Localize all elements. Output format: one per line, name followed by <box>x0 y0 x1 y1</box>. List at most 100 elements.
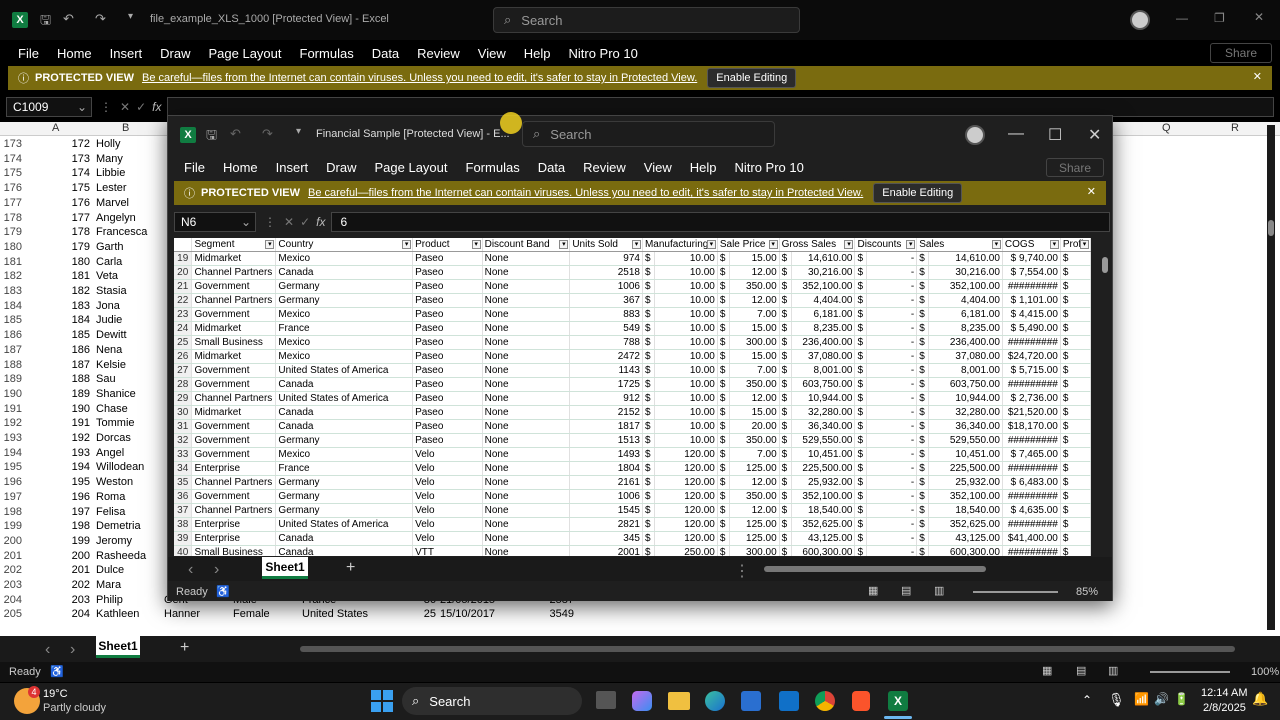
taskbar-search[interactable]: ⌕ Search <box>402 687 582 715</box>
cell-id[interactable]: 186 <box>22 344 90 356</box>
row-number[interactable]: 196 <box>0 476 22 488</box>
name-box[interactable]: C1009 ⌄ <box>6 97 92 117</box>
cell[interactable]: Government <box>191 279 277 294</box>
cell[interactable]: 352,100.00 <box>928 489 1003 504</box>
cell[interactable]: None <box>482 447 571 462</box>
cell[interactable]: $ <box>717 377 730 392</box>
row-number[interactable]: 179 <box>0 226 22 238</box>
filter-dropdown-icon[interactable]: ▾ <box>844 240 854 249</box>
cell[interactable]: 125.00 <box>729 517 780 532</box>
cell[interactable]: 788 <box>569 335 643 350</box>
cell[interactable]: 529,550.00 <box>791 433 856 448</box>
cell[interactable]: $ <box>916 447 930 462</box>
cell[interactable]: $ <box>717 503 730 518</box>
cell[interactable]: Canada <box>275 545 414 556</box>
cell-name[interactable]: Willodean <box>96 461 144 473</box>
cell[interactable]: Mexico <box>275 447 414 462</box>
cell[interactable]: None <box>482 461 571 476</box>
cell[interactable]: - <box>866 307 918 322</box>
cell[interactable]: $ <box>854 461 868 476</box>
inner-vertical-scrollbar[interactable] <box>1100 239 1110 555</box>
zoom-slider[interactable] <box>1150 671 1230 673</box>
cell-name[interactable]: Roma <box>96 491 125 503</box>
row-number[interactable]: 194 <box>0 447 22 459</box>
cell[interactable]: 25,932.00 <box>791 475 856 490</box>
cell[interactable]: Velo <box>412 503 483 518</box>
cell[interactable]: $ <box>916 405 930 420</box>
cell[interactable]: 10.00 <box>654 279 718 294</box>
cell[interactable]: $ <box>916 503 930 518</box>
row-number[interactable]: 176 <box>0 182 22 194</box>
cell[interactable]: $ <box>717 475 730 490</box>
cell[interactable]: None <box>482 517 571 532</box>
row-number[interactable]: 177 <box>0 197 22 209</box>
cell[interactable]: $ <box>1060 447 1091 462</box>
cell[interactable]: None <box>482 489 571 504</box>
cell[interactable]: $ <box>717 335 730 350</box>
cell[interactable]: None <box>482 531 571 546</box>
cell[interactable]: None <box>482 279 571 294</box>
cell-id[interactable]: 185 <box>22 329 90 341</box>
cell[interactable]: Government <box>191 489 277 504</box>
table-row[interactable]: 34 Enterprise France Velo None 1804 $120.00 $12… <box>174 461 1091 476</box>
excel-taskbar-icon[interactable]: X <box>888 691 908 711</box>
cell[interactable]: 350.00 <box>729 377 780 392</box>
cell-name[interactable]: Many <box>96 153 123 165</box>
cell[interactable]: $ <box>779 363 792 378</box>
cell[interactable]: 549 <box>569 321 643 336</box>
cell[interactable]: $ 4,415.00 <box>1002 307 1061 322</box>
cell[interactable]: $ <box>717 531 730 546</box>
cell[interactable]: $ <box>717 251 730 266</box>
banner-message[interactable]: Be careful—files from the Internet can c… <box>308 187 863 199</box>
cell[interactable]: 352,625.00 <box>928 517 1003 532</box>
row-number[interactable]: 36 <box>174 489 193 504</box>
menu-item[interactable]: Help <box>690 160 717 175</box>
cell[interactable]: $ <box>779 531 792 546</box>
cell[interactable]: $ <box>916 251 930 266</box>
cell[interactable]: - <box>866 447 918 462</box>
table-row[interactable]: 20 Channel Partners Canada Paseo None 2518 $10… <box>174 265 1091 280</box>
cell[interactable]: 1006 <box>569 279 643 294</box>
outer-vertical-scrollbar[interactable] <box>1267 125 1275 630</box>
row-number[interactable]: 193 <box>0 432 22 444</box>
cell-id[interactable]: 177 <box>22 212 90 224</box>
cell[interactable]: 10,451.00 <box>791 447 856 462</box>
cell[interactable]: France <box>275 461 414 476</box>
cell[interactable]: $ <box>642 447 655 462</box>
zoom-level[interactable]: 85% <box>1076 586 1098 598</box>
row-number[interactable]: 180 <box>0 241 22 253</box>
cell[interactable]: 7.00 <box>729 307 780 322</box>
cell[interactable]: Philip <box>96 594 123 606</box>
notification-icon[interactable]: 🔔 <box>1252 691 1268 707</box>
cell[interactable]: Mexico <box>275 349 414 364</box>
cell[interactable]: Paseo <box>412 265 483 280</box>
cell[interactable]: $ <box>1060 335 1091 350</box>
cell[interactable]: $ <box>854 419 868 434</box>
cell[interactable]: 7.00 <box>729 363 780 378</box>
cell-name[interactable]: Marvel <box>96 197 129 209</box>
cell[interactable]: 2472 <box>569 349 643 364</box>
battery-icon[interactable]: 🔋 <box>1174 692 1189 706</box>
cell[interactable]: None <box>482 391 571 406</box>
cell[interactable]: $ 9,740.00 <box>1002 251 1061 266</box>
cell[interactable]: 345 <box>569 531 643 546</box>
filter-dropdown-icon[interactable]: ▾ <box>706 240 716 249</box>
cell-id[interactable]: 191 <box>22 417 90 429</box>
cell[interactable]: Government <box>191 377 277 392</box>
cell[interactable]: 6,181.00 <box>791 307 856 322</box>
cell[interactable]: Velo <box>412 531 483 546</box>
row-number[interactable]: 195 <box>0 461 22 473</box>
redo-icon[interactable]: ↷ <box>262 126 273 142</box>
minimize-icon[interactable]: — <box>1176 11 1188 25</box>
cell[interactable]: Paseo <box>412 321 483 336</box>
cell[interactable]: $ <box>1060 461 1091 476</box>
cell-name[interactable]: Tommie <box>96 417 135 429</box>
cell[interactable]: Paseo <box>412 307 483 322</box>
cell[interactable]: - <box>866 475 918 490</box>
cell[interactable]: Government <box>191 307 277 322</box>
cell[interactable]: 36,340.00 <box>791 419 856 434</box>
zoom-level[interactable]: 100% <box>1251 666 1279 678</box>
table-row[interactable]: 32 Government Germany Paseo None 1513 $10.00 $3… <box>174 433 1091 448</box>
cell[interactable]: France <box>275 321 414 336</box>
menu-item[interactable]: Data <box>538 160 565 175</box>
